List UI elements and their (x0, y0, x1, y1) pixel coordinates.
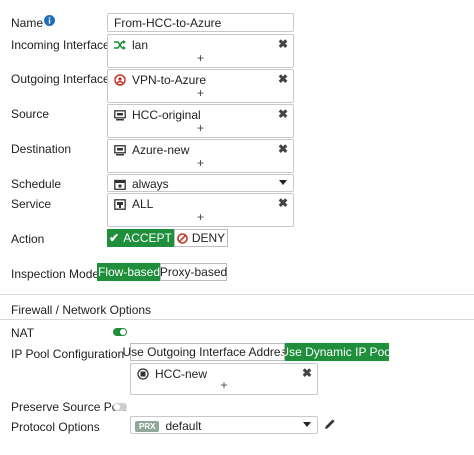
info-icon[interactable] (44, 15, 55, 26)
protocol-badge: PRX (135, 420, 160, 432)
use-dynamic-ip-pool-button[interactable]: Use Dynamic IP Pool (280, 343, 394, 361)
deny-button[interactable]: DENY (174, 229, 228, 247)
inspection-mode-label: Inspection Mode (11, 267, 100, 281)
firewall-section-title: Firewall / Network Options (11, 303, 152, 317)
source-entry: HCC-original (114, 108, 201, 122)
edit-pencil-icon[interactable] (324, 419, 335, 430)
add-ip-pool-button[interactable]: + (131, 378, 317, 392)
flow-based-button[interactable]: Flow-based (97, 263, 161, 281)
proxy-based-label: Proxy-based (159, 265, 228, 279)
schedule-icon (114, 179, 126, 190)
service-entry: ALL (114, 197, 153, 211)
add-destination-button[interactable]: + (108, 156, 293, 170)
add-outgoing-button[interactable]: + (108, 86, 293, 100)
name-value: From-HCC-to-Azure (114, 16, 222, 30)
deny-icon (177, 232, 188, 244)
protocol-options-label: Protocol Options (11, 420, 100, 434)
proxy-based-button[interactable]: Proxy-based (160, 263, 227, 281)
destination-value: Azure-new (132, 143, 190, 157)
remove-destination-button[interactable]: ✖ (278, 142, 288, 156)
protocol-options-value: default (165, 419, 202, 433)
incoming-interface-value: lan (132, 38, 149, 52)
chevron-down-icon[interactable] (279, 180, 287, 185)
section-divider-bottom (0, 319, 474, 320)
remove-outgoing-button[interactable]: ✖ (278, 72, 288, 86)
address-icon (114, 109, 126, 121)
schedule-entry: always (114, 177, 169, 191)
protocol-options-select[interactable]: PRX default (130, 416, 318, 434)
use-dynamic-ip-pool-label: Use Dynamic IP Pool (280, 345, 394, 359)
name-input[interactable]: From-HCC-to-Azure (107, 13, 294, 32)
nat-toggle[interactable] (113, 328, 127, 336)
schedule-label: Schedule (11, 177, 62, 191)
add-source-button[interactable]: + (108, 121, 293, 135)
destination-label: Destination (11, 142, 72, 156)
chevron-down-icon[interactable] (303, 422, 311, 427)
accept-button[interactable]: ✔ ACCEPT (107, 229, 174, 247)
ip-pool-label: IP Pool Configuration (11, 347, 125, 361)
service-label: Service (11, 197, 52, 211)
source-label: Source (11, 107, 50, 121)
incoming-interface-entry: lan (114, 38, 148, 52)
outgoing-interface-entry: VPN-to-Azure (114, 73, 206, 87)
service-icon (114, 198, 126, 210)
flow-based-label: Flow-based (97, 265, 161, 279)
source-value: HCC-original (132, 108, 201, 122)
address-icon (114, 144, 126, 156)
service-field[interactable]: ALL ✖ + (107, 193, 294, 227)
vpn-icon (114, 74, 126, 86)
service-value: ALL (132, 197, 154, 211)
add-service-button[interactable]: + (108, 210, 293, 224)
accept-label: ACCEPT (123, 231, 172, 245)
use-outgoing-interface-button[interactable]: Use Outgoing Interface Address (122, 343, 293, 361)
nat-label: NAT (11, 326, 35, 340)
remove-source-button[interactable]: ✖ (278, 107, 288, 121)
add-incoming-button[interactable]: + (108, 51, 293, 65)
preserve-source-port-label: Preserve Source Port (11, 400, 126, 414)
schedule-select[interactable]: always (107, 174, 294, 192)
deny-label: DENY (191, 231, 226, 245)
source-field[interactable]: HCC-original ✖ + (107, 104, 294, 138)
ip-pool-field[interactable]: HCC-new ✖ + (130, 363, 318, 395)
destination-entry: Azure-new (114, 143, 189, 157)
action-label: Action (11, 232, 45, 246)
outgoing-interface-field[interactable]: VPN-to-Azure ✖ + (107, 69, 294, 103)
schedule-value: always (132, 177, 169, 191)
destination-field[interactable]: Azure-new ✖ + (107, 139, 294, 173)
outgoing-interface-value: VPN-to-Azure (132, 73, 207, 87)
name-label: Name (11, 16, 44, 30)
checkmark-icon: ✔ (109, 231, 120, 245)
section-divider-top (0, 294, 474, 295)
remove-incoming-button[interactable]: ✖ (278, 37, 288, 51)
outgoing-interface-label: Outgoing Interface (11, 72, 110, 86)
preserve-source-port-toggle[interactable] (113, 403, 127, 411)
shuffle-icon (114, 40, 126, 50)
incoming-interface-field[interactable]: lan ✖ + (107, 34, 294, 68)
protocol-options-entry: PRX default (135, 419, 201, 433)
remove-service-button[interactable]: ✖ (278, 196, 288, 210)
use-outgoing-interface-label: Use Outgoing Interface Address (122, 345, 293, 359)
incoming-interface-label: Incoming Interface (11, 38, 110, 52)
